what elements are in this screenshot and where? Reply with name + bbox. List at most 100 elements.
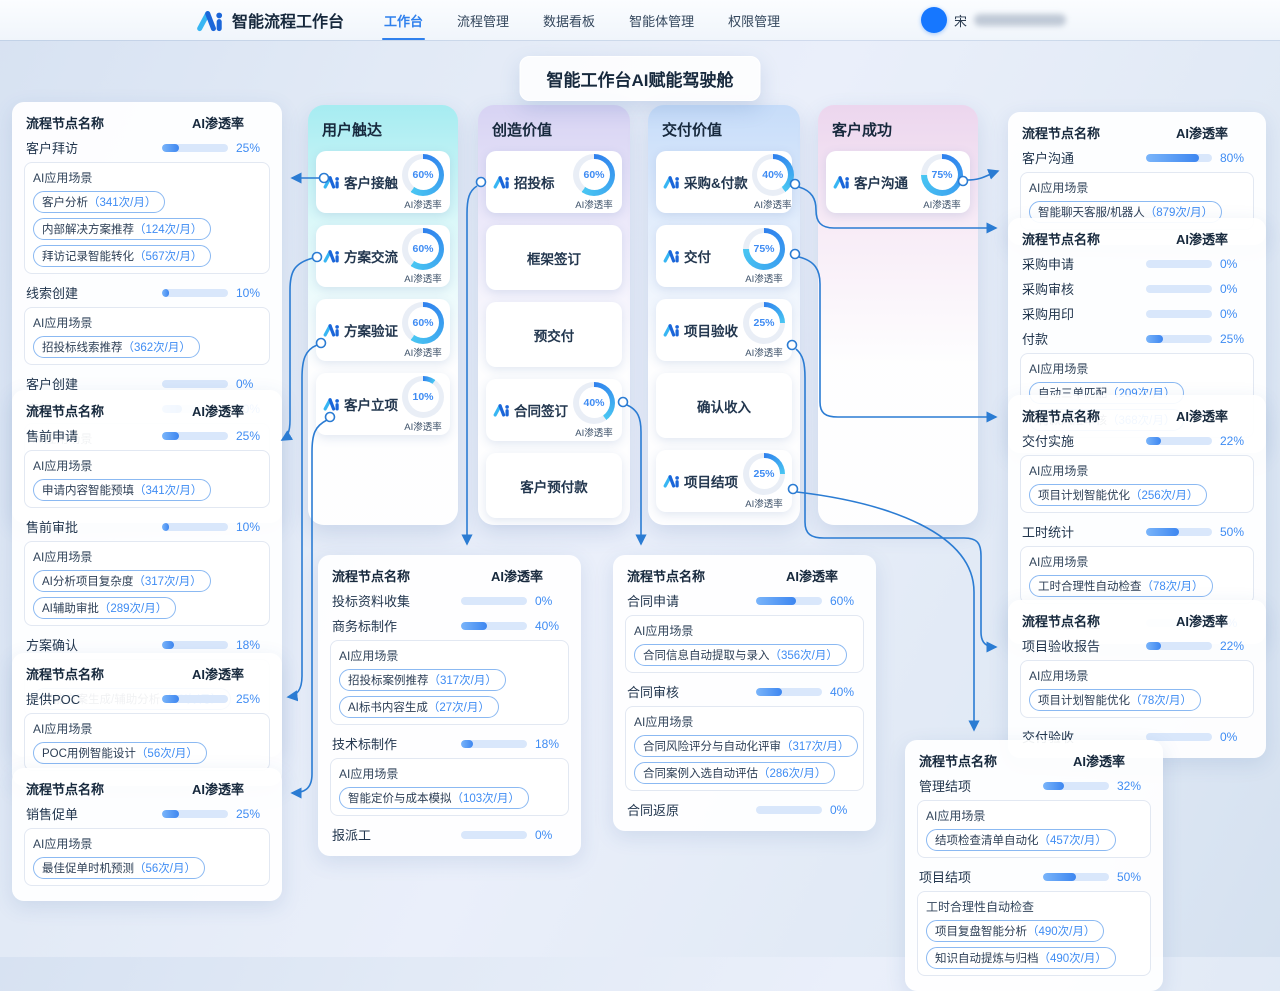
user-avatar[interactable]	[921, 7, 947, 33]
penetration-value: 0%	[1220, 257, 1252, 271]
scenario-chip: POC用例智能设计（56次/月）	[33, 742, 207, 764]
detail-card-sales-push: 流程节点名称AI渗透率 销售促单25%AI应用场景最佳促单时机预测（56次/月）	[12, 768, 282, 901]
scenario-box: AI应用场景工时合理性自动检查（78次/月）	[1020, 546, 1254, 604]
penetration-gauge: 60%AI渗透率	[402, 154, 444, 211]
stage-node[interactable]: 客户立项10%AI渗透率	[316, 373, 450, 435]
process-node-name: 客户拜访	[26, 138, 162, 157]
chip-count: （56次/月）	[136, 748, 198, 760]
penetration-value: 10%	[236, 520, 268, 534]
chip-label: 结项检查清单自动化	[935, 835, 1039, 847]
detail-card-bidding: 流程节点名称AI渗透率 投标资料收集0%商务标制作40%AI应用场景招投标案例推…	[318, 555, 581, 856]
stage-card-deliver-value: 交付价值 采购&付款40%AI渗透率交付75%AI渗透率项目验收25%AI渗透率…	[648, 105, 800, 525]
stage-node[interactable]: 项目结项25%AI渗透率	[656, 450, 792, 512]
process-node-name: 销售促单	[26, 804, 162, 823]
chip-label: 合同信息自动提取与录入	[643, 650, 770, 662]
user-account[interactable]: 宋	[921, 7, 1066, 33]
process-row: 线索创建 10%	[24, 280, 270, 305]
scenario-chip: 结项检查清单自动化（457次/月）	[926, 829, 1116, 851]
nav-item-4[interactable]: 智能体管理	[615, 0, 708, 41]
penetration-gauge: 40%AI渗透率	[573, 382, 615, 439]
process-node-name: 付款	[1022, 329, 1146, 348]
chip-label: 智能定价与成本模拟	[348, 793, 452, 805]
stage-node[interactable]: 项目验收25%AI渗透率	[656, 299, 792, 361]
scenario-label: AI应用场景	[1029, 360, 1245, 377]
penetration-gauge: 75%AI渗透率	[921, 154, 963, 211]
penetration-gauge: 75%AI渗透率	[743, 228, 785, 285]
nav-item-2[interactable]: 流程管理	[443, 0, 523, 41]
scenario-label: AI应用场景	[33, 548, 261, 565]
stage-node[interactable]: 合同签订40%AI渗透率	[486, 379, 622, 441]
chip-label: 招投标案例推荐	[348, 675, 429, 687]
scenario-box: AI应用场景招投标线索推荐（362次/月）	[24, 307, 270, 365]
chip-count: （103次/月）	[452, 793, 520, 805]
penetration-bar	[461, 597, 527, 605]
scenario-box: AI应用场景智能定价与成本模拟（103次/月）	[330, 758, 569, 816]
process-node-name: 提供POC	[26, 689, 162, 708]
process-node-name: 技术标制作	[332, 734, 461, 753]
stage-node[interactable]: 方案验证60%AI渗透率	[316, 299, 450, 361]
ai-logo-icon	[323, 249, 340, 263]
stage-node[interactable]: 预交付	[486, 302, 622, 367]
stage-node[interactable]: 招投标60%AI渗透率	[486, 151, 622, 213]
nav-item-3[interactable]: 数据看板	[529, 0, 609, 41]
gauge-label: AI渗透率	[745, 271, 782, 285]
stage-node-name: 确认收入	[697, 396, 751, 416]
nav-item-1[interactable]: 工作台	[370, 0, 437, 41]
stage-node[interactable]: 客户接触60%AI渗透率	[316, 151, 450, 213]
scenario-label: AI应用场景	[1029, 179, 1245, 196]
scenario-label: AI应用场景	[926, 807, 1142, 824]
chip-label: 工时合理性自动检查	[1038, 581, 1142, 593]
process-row: 交付实施22%	[1020, 428, 1254, 453]
scenario-chip: 项目计划智能优化（256次/月）	[1029, 484, 1207, 506]
gauge-label: AI渗透率	[745, 345, 782, 359]
chip-count: （341次/月）	[88, 197, 156, 209]
stage-node[interactable]: 方案交流60%AI渗透率	[316, 225, 450, 287]
detail-card-acceptance: 流程节点名称AI渗透率 项目验收报告22%AI应用场景项目计划智能优化（78次/…	[1008, 600, 1266, 758]
detail-card-contract: 流程节点名称AI渗透率 合同申请60%AI应用场景合同信息自动提取与录入（356…	[613, 555, 876, 831]
stage-node[interactable]: 交付75%AI渗透率	[656, 225, 792, 287]
gauge-value: 10%	[408, 381, 439, 412]
stage-node[interactable]: 采购&付款40%AI渗透率	[656, 151, 792, 213]
penetration-value: 18%	[236, 638, 268, 652]
chip-label: 申请内容智能预填	[42, 485, 134, 497]
col-node-name: 流程节点名称	[26, 664, 104, 683]
penetration-bar	[1146, 335, 1212, 343]
scenario-box: AI应用场景合同信息自动提取与录入（356次/月）	[625, 615, 864, 673]
ai-logo-icon	[663, 323, 680, 337]
penetration-value: 10%	[236, 286, 268, 300]
process-row: 工时统计50%	[1020, 519, 1254, 544]
col-node-name: 流程节点名称	[1022, 611, 1100, 630]
process-node-name: 合同审核	[627, 682, 756, 701]
col-node-name: 流程节点名称	[1022, 123, 1100, 142]
nav-item-5[interactable]: 权限管理	[714, 0, 794, 41]
stage-node-name: 招投标	[514, 172, 555, 192]
scenario-label: AI应用场景	[1029, 667, 1245, 684]
chip-count: （567次/月）	[134, 251, 202, 263]
process-node-name: 合同返原	[627, 800, 756, 819]
stage-node[interactable]: 客户预付款	[486, 453, 622, 518]
penetration-value: 18%	[535, 737, 567, 751]
gauge-value: 40%	[579, 387, 610, 418]
process-node-name: 线索创建	[26, 283, 162, 302]
col-node-name: 流程节点名称	[919, 751, 997, 770]
process-row: 客户拜访25%	[24, 135, 270, 160]
col-node-name: 流程节点名称	[332, 566, 410, 585]
gauge-label: AI渗透率	[404, 271, 441, 285]
chip-label: 项目计划智能优化	[1038, 695, 1130, 707]
process-row: 售前审批10%	[24, 514, 270, 539]
gauge-label: AI渗透率	[404, 197, 441, 211]
process-row: 合同审核40%	[625, 679, 864, 704]
penetration-bar	[1146, 437, 1212, 445]
penetration-value: 50%	[1117, 870, 1149, 884]
chip-count: （124次/月）	[134, 224, 202, 236]
app-logo-icon	[196, 9, 224, 32]
stage-node[interactable]: 确认收入	[656, 373, 792, 438]
stage-node[interactable]: 客户沟通75%AI渗透率	[826, 151, 970, 213]
penetration-bar	[162, 380, 228, 388]
chip-label: 内部解决方案推荐	[42, 224, 134, 236]
chip-count: （78次/月）	[1142, 581, 1204, 593]
stage-node[interactable]: 框架签订	[486, 225, 622, 290]
col-ai-rate: AI渗透率	[1073, 751, 1125, 770]
scenario-box: AI应用场景项目计划智能优化（78次/月）	[1020, 660, 1254, 718]
penetration-gauge: 60%AI渗透率	[402, 228, 444, 285]
